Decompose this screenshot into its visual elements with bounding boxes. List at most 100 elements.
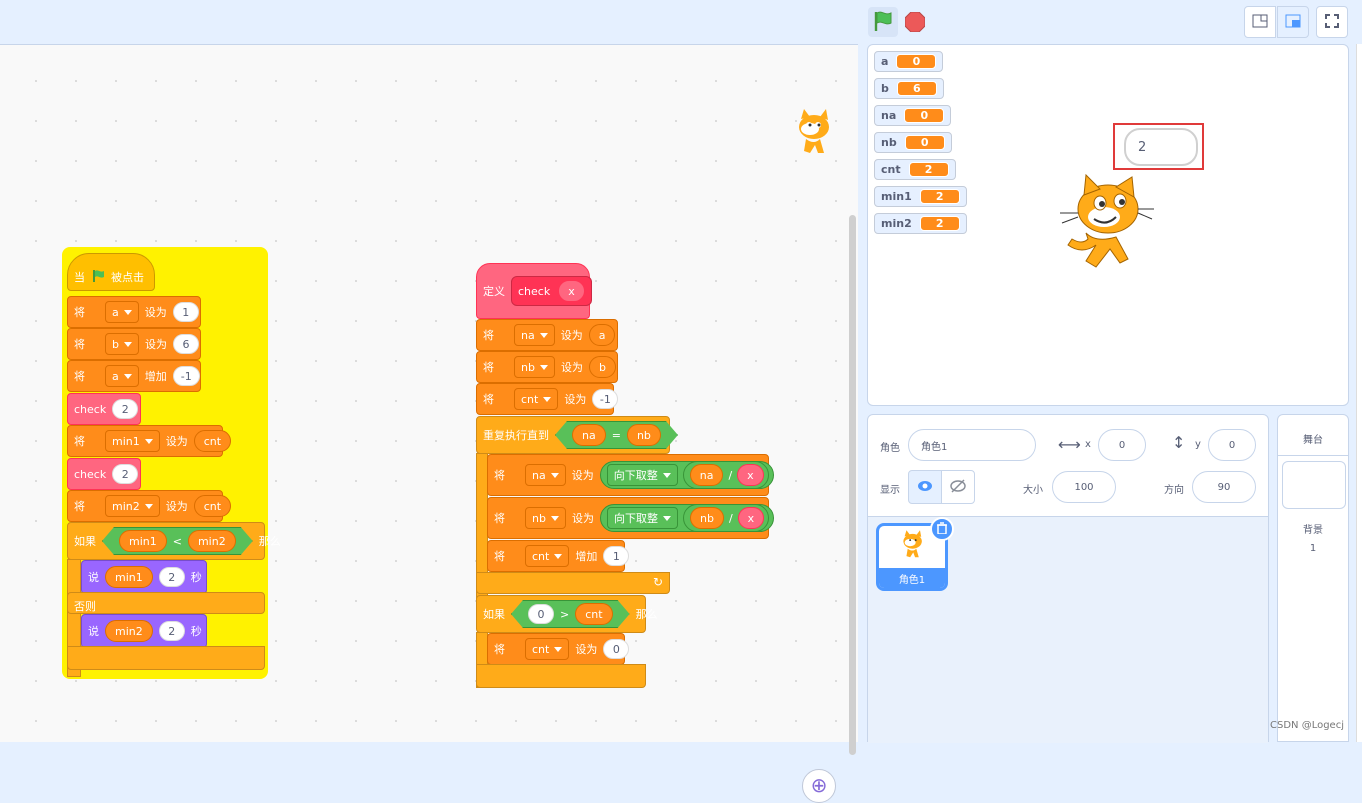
- variable-reporter[interactable]: min1: [105, 566, 153, 588]
- block-op: 设为: [564, 393, 587, 406]
- set-b-block[interactable]: 将 b 设为 6: [67, 328, 201, 360]
- sprite-name-input[interactable]: 角色1: [908, 429, 1036, 461]
- var-dropdown[interactable]: nb: [525, 507, 566, 529]
- param-reporter[interactable]: x: [737, 464, 764, 486]
- small-stage-button[interactable]: [1244, 6, 1276, 38]
- set-na-floor-block[interactable]: 将 na 设为 向下取整 na / x: [487, 454, 774, 496]
- var-name: nb: [521, 360, 535, 374]
- var-dropdown[interactable]: nb: [514, 356, 555, 378]
- number-input[interactable]: 0: [603, 639, 630, 659]
- var-dropdown[interactable]: na: [525, 464, 566, 486]
- set-a-block[interactable]: 将 a 设为 1: [67, 296, 201, 328]
- block-verb: 将: [74, 370, 85, 383]
- stage-cat-sprite[interactable]: [1056, 173, 1156, 280]
- direction-input[interactable]: 90: [1192, 471, 1256, 503]
- custom-block-prototype[interactable]: check x: [511, 276, 592, 306]
- variable-reporter[interactable]: nb: [627, 424, 661, 446]
- var-dropdown[interactable]: cnt: [525, 638, 570, 660]
- block-op: 设为: [165, 435, 188, 448]
- backdrop-thumbnail[interactable]: [1282, 461, 1346, 509]
- number-input[interactable]: 1: [603, 546, 630, 566]
- greater-than-operator[interactable]: 0 > cnt: [511, 600, 630, 628]
- math-func-dropdown[interactable]: 向下取整: [606, 507, 678, 529]
- var-dropdown[interactable]: cnt: [514, 388, 559, 410]
- var-dropdown[interactable]: min2: [105, 495, 160, 517]
- number-input[interactable]: 0: [528, 604, 554, 624]
- check-call-block-1[interactable]: check 2: [67, 393, 141, 425]
- floor-operator[interactable]: 向下取整 na / x: [599, 461, 774, 489]
- number-input[interactable]: -1: [172, 366, 200, 386]
- set-nb-block[interactable]: 将 nb 设为 b: [476, 351, 618, 383]
- define-check-block[interactable]: 定义 check x: [476, 263, 592, 319]
- delete-sprite-button[interactable]: [930, 517, 954, 541]
- set-cnt-zero-block[interactable]: 将 cnt 设为 0: [487, 633, 630, 665]
- variable-reporter[interactable]: min2: [105, 620, 153, 642]
- set-cnt-block[interactable]: 将 cnt 设为 -1: [476, 383, 619, 415]
- variable-reporter[interactable]: cnt: [193, 430, 232, 452]
- var-dropdown[interactable]: b: [105, 333, 139, 355]
- var-dropdown[interactable]: a: [105, 365, 139, 387]
- less-than-operator[interactable]: min1 < min2: [102, 527, 253, 555]
- var-dropdown[interactable]: cnt: [525, 545, 570, 567]
- var-name: a: [112, 305, 119, 319]
- variable-reporter[interactable]: min1: [119, 530, 167, 552]
- number-input[interactable]: 6: [172, 334, 199, 354]
- variable-reporter[interactable]: nb: [689, 507, 724, 529]
- green-flag-button[interactable]: [868, 7, 898, 37]
- number-input[interactable]: 2: [112, 399, 139, 419]
- variable-reporter[interactable]: a: [588, 324, 616, 346]
- change-cnt-block[interactable]: 将 cnt 增加 1: [487, 540, 630, 572]
- size-input[interactable]: 100: [1052, 471, 1116, 503]
- divide-operator[interactable]: na / x: [682, 461, 769, 489]
- var-dropdown[interactable]: na: [514, 324, 555, 346]
- say-for-secs-block-2[interactable]: 说 min2 2 秒: [81, 614, 207, 648]
- number-input[interactable]: 2: [158, 567, 185, 587]
- if-block[interactable]: 如果 0 > cnt 那么: [476, 595, 658, 633]
- set-na-block[interactable]: 将 na 设为 a: [476, 319, 618, 351]
- number-input[interactable]: 2: [158, 621, 185, 641]
- block-op: 设为: [571, 469, 594, 482]
- stage-canvas[interactable]: a0 b6 na 0 nb 0 cnt 2 min1 2 min2 2 2: [867, 44, 1349, 406]
- say-for-secs-block-1[interactable]: 说 min1 2 秒: [81, 560, 207, 594]
- param-reporter[interactable]: x: [558, 280, 585, 302]
- set-nb-floor-block[interactable]: 将 nb 设为 向下取整 nb / x: [487, 497, 775, 539]
- param-reporter[interactable]: x: [737, 507, 765, 529]
- variable-reporter[interactable]: b: [588, 356, 616, 378]
- workspace-scrollbar[interactable]: [849, 215, 856, 755]
- stage-selector-panel[interactable]: 舞台 背景 1: [1277, 414, 1349, 742]
- math-func-dropdown[interactable]: 向下取整: [606, 464, 678, 486]
- set-min2-block[interactable]: 将 min2 设为 cnt: [67, 490, 232, 522]
- variable-reporter[interactable]: na: [572, 424, 606, 446]
- variable-reporter[interactable]: cnt: [193, 495, 232, 517]
- variable-reporter[interactable]: cnt: [575, 603, 612, 625]
- y-input[interactable]: 0: [1208, 429, 1256, 461]
- equals-operator[interactable]: na = nb: [555, 421, 678, 449]
- when-flag-clicked-block[interactable]: 当 被点击: [67, 253, 155, 291]
- fullscreen-button[interactable]: [1316, 6, 1348, 38]
- floor-operator[interactable]: 向下取整 nb / x: [599, 504, 775, 532]
- number-input[interactable]: 1: [172, 302, 199, 322]
- var-dropdown[interactable]: min1: [105, 430, 160, 452]
- variable-reporter[interactable]: na: [689, 464, 724, 486]
- hide-sprite-button[interactable]: [941, 470, 975, 504]
- block-verb: 说: [88, 625, 99, 638]
- normal-stage-button[interactable]: [1277, 6, 1309, 38]
- operator-symbol: =: [611, 428, 621, 442]
- x-input[interactable]: 0: [1098, 429, 1146, 461]
- code-workspace[interactable]: 当 被点击 将 a 设为 1 将 b 设为 6 将 a 增加 -1 check …: [0, 44, 858, 803]
- var-dropdown[interactable]: a: [105, 301, 139, 323]
- change-a-block[interactable]: 将 a 增加 -1: [67, 360, 201, 392]
- set-min1-block[interactable]: 将 min1 设为 cnt: [67, 425, 232, 457]
- monitor-label: nb: [881, 136, 897, 149]
- stop-button[interactable]: [904, 11, 926, 33]
- check-call-block-2[interactable]: check 2: [67, 458, 141, 490]
- show-sprite-button[interactable]: [908, 470, 942, 504]
- variable-reporter[interactable]: min2: [188, 530, 236, 552]
- divide-operator[interactable]: nb / x: [682, 504, 770, 532]
- block-verb: 将: [483, 393, 494, 406]
- number-input[interactable]: -1: [592, 389, 619, 409]
- zoom-in-button[interactable]: ⊕: [802, 769, 836, 803]
- if-else-block[interactable]: 如果 min1 < min2 那么: [67, 522, 281, 560]
- number-input[interactable]: 2: [112, 464, 139, 484]
- repeat-until-block[interactable]: 重复执行直到 na = nb: [476, 416, 670, 454]
